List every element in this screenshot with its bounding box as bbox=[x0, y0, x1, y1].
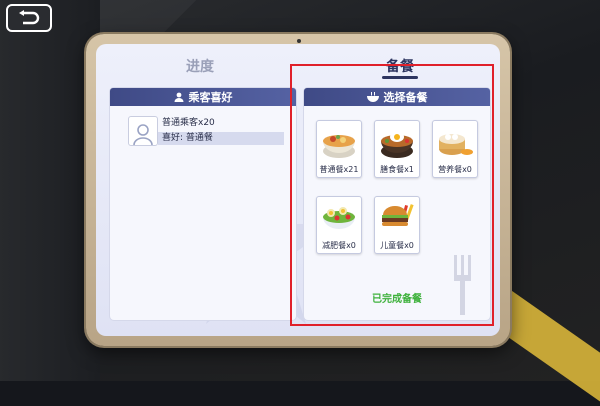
person-icon bbox=[174, 92, 183, 102]
back-arrow-icon bbox=[19, 10, 40, 25]
passenger-preference-title: 乘客喜好 bbox=[188, 91, 233, 104]
passenger-count: 普通乘客x20 bbox=[162, 118, 215, 128]
back-button[interactable] bbox=[6, 4, 52, 32]
highlight-box bbox=[290, 64, 494, 326]
passenger-preference-panel: 乘客喜好 普通乘客x20 喜好: 普通餐 bbox=[110, 88, 296, 320]
avatar bbox=[128, 116, 158, 146]
passenger-avatar-icon bbox=[133, 124, 153, 145]
passenger-entry: 普通乘客x20 喜好: 普通餐 bbox=[128, 116, 284, 146]
background-shade bbox=[0, 0, 100, 381]
tablet-camera bbox=[297, 39, 301, 43]
passenger-preference-header: 乘客喜好 bbox=[110, 88, 296, 106]
passenger-preference: 喜好: 普通餐 bbox=[158, 132, 284, 145]
tab-progress[interactable]: 进度 bbox=[186, 56, 214, 76]
